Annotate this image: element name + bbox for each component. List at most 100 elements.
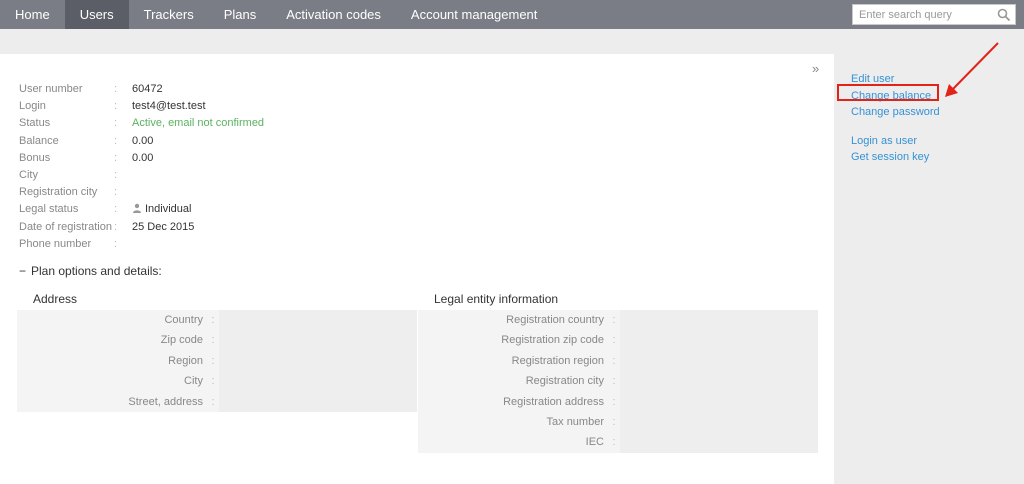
info-label: Login <box>19 100 46 113</box>
field-label: Registration city <box>418 371 608 392</box>
field-label: Registration zip code <box>418 330 608 351</box>
registration-address-value <box>620 391 818 412</box>
search-box <box>852 4 1016 25</box>
search-icon[interactable] <box>997 8 1011 22</box>
info-colon: : <box>114 237 118 250</box>
info-row-date-of-registration: Date of registration : 25 Dec 2015 <box>19 219 264 236</box>
nav-account-management[interactable]: Account management <box>396 0 552 29</box>
info-colon: : <box>114 151 118 164</box>
field-row-tax-number: Tax number : <box>418 411 818 433</box>
info-label: Bonus <box>19 151 51 164</box>
collapse-sidebar-toggle[interactable]: » <box>812 61 819 76</box>
info-label: Phone number <box>19 237 92 250</box>
info-colon: : <box>114 186 118 199</box>
balance-value: 0.00 <box>132 134 154 147</box>
country-value <box>219 310 417 331</box>
info-row-status: Status : Active, email not confirmed <box>19 115 264 132</box>
plan-options-toggle[interactable]: − Plan options and details: <box>19 264 162 278</box>
main-nav: Home Users Trackers Plans Activation cod… <box>0 0 552 29</box>
top-navigation-bar: Home Users Trackers Plans Activation cod… <box>0 0 1024 29</box>
field-label: Registration region <box>418 350 608 372</box>
search-input[interactable] <box>853 5 993 24</box>
field-label: Registration country <box>418 310 608 331</box>
field-colon: : <box>207 371 219 392</box>
person-icon <box>133 204 141 214</box>
collapse-minus-icon: − <box>19 264 27 278</box>
info-colon: : <box>114 203 118 216</box>
info-label: City <box>19 168 38 181</box>
field-label: City <box>17 371 207 392</box>
nav-users[interactable]: Users <box>64 0 129 29</box>
user-number-value: 60472 <box>132 83 163 95</box>
tax-number-value <box>620 411 818 433</box>
bonus-value: 0.00 <box>132 151 154 164</box>
info-label: Legal status <box>19 203 79 216</box>
field-row-registration-zip-code: Registration zip code : <box>418 330 818 351</box>
info-row-city: City : <box>19 167 264 184</box>
field-label: IEC <box>418 432 608 453</box>
nav-trackers[interactable]: Trackers <box>129 0 209 29</box>
field-row-zip-code: Zip code : <box>17 330 417 351</box>
info-row-registration-city: Registration city : <box>19 184 264 201</box>
nav-home[interactable]: Home <box>0 0 65 29</box>
field-colon: : <box>608 432 620 453</box>
field-colon: : <box>608 411 620 433</box>
field-label: Zip code <box>17 330 207 351</box>
user-details-panel: » User number : 60472 Login : test4@test… <box>0 54 834 484</box>
legal-status-value: Individual <box>145 203 192 216</box>
info-colon: : <box>114 220 118 233</box>
change-password-link[interactable]: Change password <box>851 104 940 121</box>
nav-plans[interactable]: Plans <box>209 0 272 29</box>
field-row-iec: IEC : <box>418 432 818 453</box>
annotation-highlight-box <box>837 84 939 101</box>
field-row-street-address: Street, address : <box>17 391 417 412</box>
legal-entity-fields: Registration country : Registration zip … <box>418 310 818 453</box>
legal-status-value-wrap: Individual <box>132 201 191 218</box>
field-colon: : <box>608 391 620 412</box>
plan-options-label: Plan options and details: <box>31 264 162 278</box>
nav-activation-codes[interactable]: Activation codes <box>271 0 396 29</box>
info-row-phone-number: Phone number : <box>19 236 264 253</box>
region-value <box>219 350 417 372</box>
info-label: Status <box>19 117 51 130</box>
address-city-value <box>219 371 417 392</box>
field-label: Registration address <box>418 391 608 412</box>
date-of-registration-value: 25 Dec 2015 <box>132 220 195 233</box>
field-colon: : <box>608 330 620 351</box>
iec-value <box>620 432 818 453</box>
login-as-user-link[interactable]: Login as user <box>851 133 940 150</box>
info-row-balance: Balance : 0.00 <box>19 133 264 150</box>
annotation-arrow-icon <box>945 42 999 97</box>
info-colon: : <box>114 100 118 113</box>
info-row-legal-status: Legal status : Individual <box>19 201 264 218</box>
info-row-user-number: User number : 60472 <box>19 81 264 98</box>
legal-entity-section-title: Legal entity information <box>434 292 559 306</box>
login-value: test4@test.test <box>132 100 206 113</box>
field-colon: : <box>207 350 219 372</box>
get-session-key-link[interactable]: Get session key <box>851 149 940 166</box>
info-label: Balance <box>19 134 59 147</box>
info-colon: : <box>114 117 118 130</box>
info-colon: : <box>114 134 118 147</box>
field-colon: : <box>608 371 620 392</box>
field-row-registration-address: Registration address : <box>418 391 818 412</box>
field-row-registration-country: Registration country : <box>418 310 818 331</box>
info-label: Date of registration <box>19 220 112 233</box>
info-row-login: Login : test4@test.test <box>19 98 264 115</box>
field-colon: : <box>207 330 219 351</box>
registration-region-value <box>620 350 818 372</box>
info-row-bonus: Bonus : 0.00 <box>19 150 264 167</box>
zip-code-value <box>219 330 417 351</box>
status-value: Active, email not confirmed <box>132 117 265 130</box>
address-fields: Country : Zip code : Region : City : Str… <box>17 310 417 412</box>
field-row-registration-region: Registration region : <box>418 350 818 372</box>
field-colon: : <box>207 310 219 331</box>
info-colon: : <box>114 83 118 95</box>
user-info-list: User number : 60472 Login : test4@test.t… <box>19 81 264 253</box>
field-row-country: Country : <box>17 310 417 331</box>
field-row-registration-city: Registration city : <box>418 371 818 392</box>
field-row-city: City : <box>17 371 417 392</box>
field-label: Country <box>17 310 207 331</box>
address-section-title: Address <box>33 292 78 306</box>
